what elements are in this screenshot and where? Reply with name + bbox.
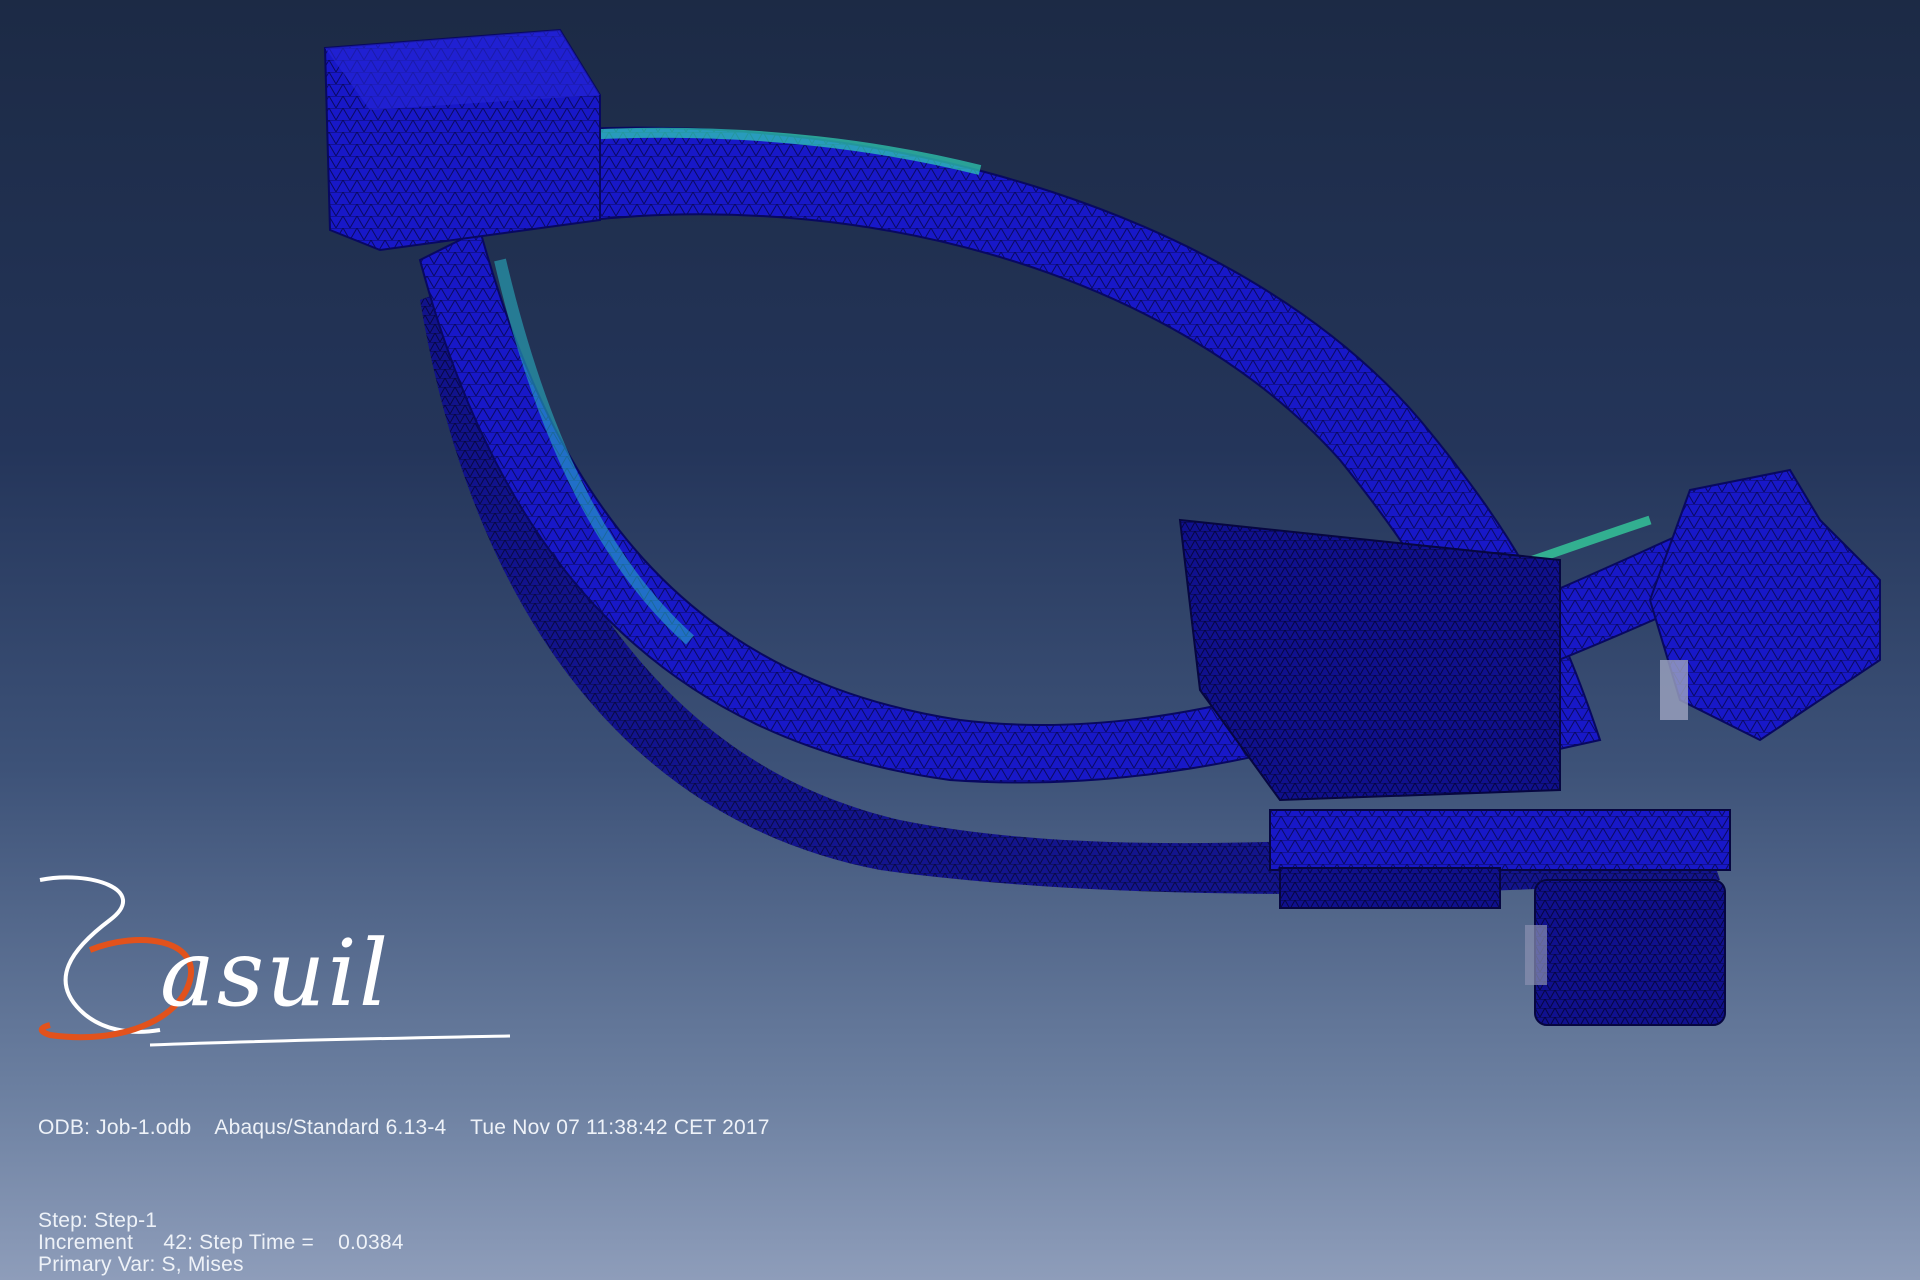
abaqus-viewport[interactable]: asuil ODB: Job-1.odb Abaqus/Standard 6.1… <box>0 0 1920 1280</box>
increment-info-line: Increment 42: Step Time = 0.0384 <box>38 1231 404 1254</box>
roller-end <box>1525 925 1547 985</box>
logo-underline <box>149 1034 511 1047</box>
odb-info-line: ODB: Job-1.odb Abaqus/Standard 6.13-4 Tu… <box>38 1116 770 1139</box>
bottom-roller <box>1534 879 1726 1026</box>
step-info-line: Step: Step-1 <box>38 1209 158 1232</box>
bottom-bar <box>1269 809 1731 871</box>
right-bushing <box>1660 660 1688 720</box>
primary-var-info-line: Primary Var: S, Mises <box>38 1253 244 1276</box>
logo-word: asuil <box>160 920 391 1027</box>
fea-model-render[interactable] <box>0 0 1920 1280</box>
logo-initial-stroke <box>39 875 161 1034</box>
bottom-bar-foot <box>1279 867 1501 909</box>
